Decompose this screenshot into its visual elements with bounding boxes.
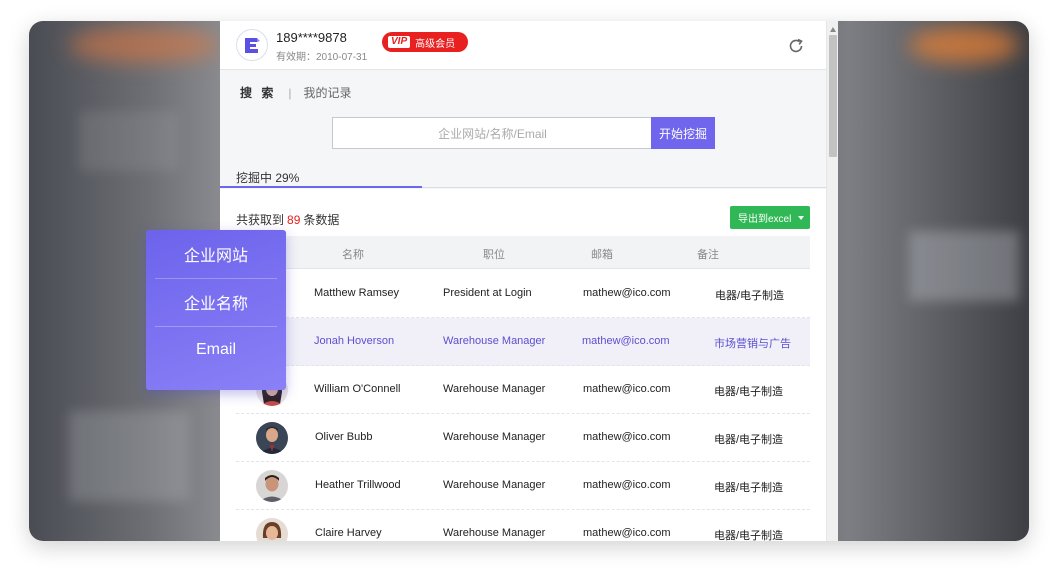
result-count-prefix: 共获取到 (236, 213, 285, 227)
contact-position: President at Login (443, 287, 532, 299)
contact-note: 电器/电子制造 (714, 482, 784, 494)
contact-name: Claire Harvey (315, 527, 382, 539)
results-table: Matthew Ramsey President at Login mathew… (236, 270, 810, 541)
table-row[interactable]: Matthew Ramsey President at Login mathew… (236, 270, 810, 318)
result-count-number: 89 (287, 213, 301, 227)
progress-label: 挖掘中 29% (236, 171, 300, 185)
table-row[interactable]: Heather Trillwood Warehouse Manager math… (236, 462, 810, 510)
contact-position: Warehouse Manager (443, 527, 546, 539)
result-count: 共获取到 89 条数据 (236, 211, 339, 228)
contact-name: Oliver Bubb (315, 431, 373, 443)
column-header-note: 备注 (697, 249, 719, 261)
contact-email: mathew@ico.com (583, 527, 671, 539)
start-mining-button[interactable]: 开始挖掘 (651, 117, 715, 149)
background-window (79, 111, 179, 171)
contact-name: Jonah Hoverson (314, 335, 395, 347)
background-window (909, 231, 1019, 301)
top-tabs: 搜 索 | 我的记录 (240, 84, 351, 101)
tab-my-records[interactable]: 我的记录 (303, 84, 351, 101)
account-validity: 有效期：2010-07-31 (276, 52, 368, 63)
table-row[interactable]: Oliver Bubb Warehouse Manager mathew@ico… (236, 414, 810, 462)
avatar (256, 422, 288, 454)
contact-position: Warehouse Manager (443, 431, 546, 443)
scrollbar-thumb[interactable] (829, 35, 837, 157)
background-light (909, 27, 1019, 63)
results-area: 共获取到 89 条数据 导出到excel 名称 职位 邮箱 备注 Matthew R… (220, 189, 826, 541)
app-logo-icon (236, 29, 268, 61)
extension-panel: 189****9878 有效期：2010-07-31 VIP 高级会员 搜 索 … (220, 21, 838, 541)
result-count-suffix: 条数据 (303, 213, 340, 227)
contact-position: Warehouse Manager (443, 383, 546, 395)
account-header: 189****9878 有效期：2010-07-31 VIP 高级会员 (220, 21, 826, 70)
contact-note: 电器/电子制造 (714, 530, 784, 541)
contact-email: mathew@ico.com (583, 383, 671, 395)
avatar (256, 470, 288, 502)
contact-email: mathew@ico.com (582, 335, 670, 347)
account-phone: 189****9878 (276, 30, 347, 45)
search-input[interactable]: 企业网站/名称/Email (332, 117, 652, 149)
contact-note: 电器/电子制造 (714, 386, 784, 398)
contact-position: Warehouse Manager (443, 335, 546, 347)
avatar (256, 518, 288, 541)
refresh-icon[interactable] (786, 36, 806, 56)
contact-name: Heather Trillwood (315, 479, 401, 491)
tab-search[interactable]: 搜 索 (240, 84, 276, 101)
scroll-up-arrow-icon[interactable] (830, 27, 836, 32)
tab-separator: | (288, 85, 292, 100)
contact-name: William O'Connell (314, 383, 401, 395)
vip-label: 高级会员 (415, 38, 456, 50)
background-window (69, 411, 189, 501)
progress-bar (220, 186, 422, 188)
contact-name: Matthew Ramsey (314, 287, 399, 299)
scrollbar[interactable] (826, 21, 838, 541)
column-header-email: 邮箱 (591, 249, 613, 261)
column-header-name: 名称 (342, 249, 364, 261)
contact-note: 电器/电子制造 (715, 290, 785, 302)
export-excel-button[interactable]: 导出到excel (730, 206, 810, 229)
dropdown-caret-icon[interactable] (798, 216, 804, 220)
contact-email: mathew@ico.com (583, 431, 671, 443)
search-type-menu: 企业网站 企业名称 Email (146, 230, 286, 390)
column-header-position: 职位 (483, 249, 505, 261)
contact-email: mathew@ico.com (583, 287, 671, 299)
export-excel-label: 导出到excel (738, 214, 792, 225)
menu-item-email[interactable]: Email (146, 326, 286, 374)
table-row[interactable]: William O'Connell Warehouse Manager math… (236, 366, 810, 414)
menu-item-company-website[interactable]: 企业网站 (146, 230, 286, 278)
table-header: 名称 职位 邮箱 备注 (236, 236, 810, 269)
background-light (69, 27, 219, 63)
vip-badge: VIP 高级会员 (382, 32, 468, 52)
table-row-highlighted[interactable]: Jonah Hoverson Warehouse Manager mathew@… (236, 318, 810, 366)
contact-note: 市场营销与广告 (714, 338, 791, 350)
contact-email: mathew@ico.com (583, 479, 671, 491)
menu-item-company-name[interactable]: 企业名称 (146, 278, 286, 326)
table-row[interactable]: Claire Harvey Warehouse Manager mathew@i… (236, 510, 810, 541)
contact-position: Warehouse Manager (443, 479, 546, 491)
contact-note: 电器/电子制造 (714, 434, 784, 446)
vip-tag: VIP (388, 36, 411, 48)
